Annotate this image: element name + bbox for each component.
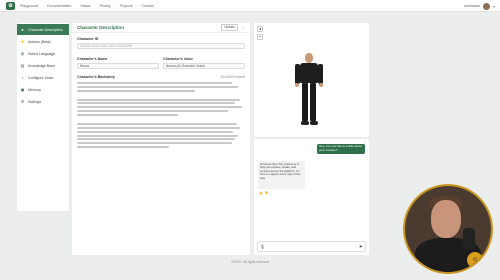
- microphone-icon[interactable]: 🎙: [260, 244, 265, 249]
- thumbs-up-icon[interactable]: 👍: [259, 191, 263, 195]
- send-icon[interactable]: ➤: [359, 244, 363, 250]
- user-message: Hey, can you tell us a little about your…: [317, 144, 365, 154]
- avatar: [482, 2, 490, 10]
- nav-status[interactable]: Status: [80, 0, 90, 12]
- sidebar-item-memory[interactable]: ▣ Memory: [17, 84, 69, 95]
- user-menu[interactable]: username ▾: [464, 0, 495, 12]
- sidebar-item-label: Actions (Beta): [28, 39, 51, 44]
- thumbs-down-icon[interactable]: 👎: [265, 191, 269, 195]
- sidebar-item-select-language[interactable]: ◍ Select Language: [17, 48, 69, 59]
- top-nav: Playground Documentation Status Pricing …: [20, 0, 163, 12]
- voice-icon: ♪: [21, 75, 24, 80]
- back-arrow-icon[interactable]: ◂: [257, 26, 263, 32]
- globe-icon: ◍: [20, 51, 25, 56]
- character-id-label: Character ID: [77, 37, 99, 41]
- character-id-field[interactable]: 000000-0000-0000-0000-000000000: [77, 43, 245, 49]
- sidebar-item-label: Configure Voice: [28, 75, 54, 80]
- top-navigation-bar: ⚙ Playground Documentation Status Pricin…: [0, 0, 500, 12]
- nav-contact[interactable]: Contact: [142, 0, 154, 12]
- cat-logo-icon: ☺: [467, 252, 483, 268]
- sidebar-item-label: Character Description: [28, 27, 63, 32]
- character-avatar-model: [292, 53, 326, 133]
- person-icon: ●: [21, 27, 24, 32]
- gear-icon: ⚙: [20, 99, 25, 104]
- more-options-icon[interactable]: ⋮: [241, 25, 245, 30]
- sidebar-item-knowledge-base[interactable]: ▤ Knowledge Base: [17, 60, 69, 71]
- update-button[interactable]: Update: [221, 24, 238, 31]
- page-title: Character Description: [77, 25, 125, 30]
- app-logo[interactable]: ⚙: [6, 2, 15, 10]
- chat-panel: ⋮ Hey, can you tell us a little about yo…: [254, 139, 369, 255]
- backstory-textarea[interactable]: [72, 82, 250, 149]
- sidebar-item-configure-voice[interactable]: ♪ Configure Voice: [17, 72, 69, 83]
- book-icon: ▤: [20, 63, 25, 68]
- chevron-down-icon: ▾: [492, 3, 495, 9]
- character-name-label: Character's Name: [77, 57, 108, 61]
- avatar-3d-viewer[interactable]: ◂ +: [254, 23, 369, 137]
- nav-documentation[interactable]: Documentation: [47, 0, 71, 12]
- character-voice-select[interactable]: Norma (Ai Character Voice): [163, 63, 245, 69]
- sidebar-item-label: Select Language: [28, 51, 55, 56]
- panel-header: Character Description Update ⋮: [72, 23, 250, 33]
- microphone-icon: [463, 228, 475, 250]
- nav-playground[interactable]: Playground: [20, 0, 38, 12]
- message-feedback: 👍 👎: [259, 191, 269, 195]
- sidebar-item-label: Knowledge Base: [28, 63, 55, 68]
- memory-icon: ▣: [20, 87, 25, 92]
- webcam-overlay: ☺: [403, 184, 493, 274]
- sidebar-item-label: Memory: [28, 87, 41, 92]
- backstory-word-count: 2024/4000 words: [220, 75, 245, 79]
- character-voice-label: Character's Voice: [163, 57, 193, 61]
- sidebar-item-label: Settings: [28, 99, 41, 104]
- sidebar-item-settings[interactable]: ⚙ Settings: [17, 96, 69, 107]
- backstory-label: Character's Backstory: [77, 75, 116, 79]
- zoom-in-icon[interactable]: +: [257, 34, 263, 40]
- chat-input[interactable]: 🎙 ➤: [257, 241, 366, 252]
- ai-message: Hi Nexus here! My mission is to help you…: [258, 161, 305, 189]
- sidebar-item-character-description[interactable]: ● Character Description: [17, 24, 69, 35]
- character-name-input[interactable]: Nexus: [77, 63, 159, 69]
- username: username: [464, 4, 480, 8]
- nav-pricing[interactable]: Pricing: [100, 0, 111, 12]
- bolt-icon: ⚡: [20, 39, 25, 44]
- nav-projects[interactable]: Projects: [120, 0, 133, 12]
- settings-sidebar: ● Character Description ⚡ Actions (Beta)…: [17, 23, 69, 211]
- character-description-panel: Character Description Update ⋮ Character…: [72, 23, 250, 255]
- sidebar-item-actions[interactable]: ⚡ Actions (Beta): [17, 36, 69, 47]
